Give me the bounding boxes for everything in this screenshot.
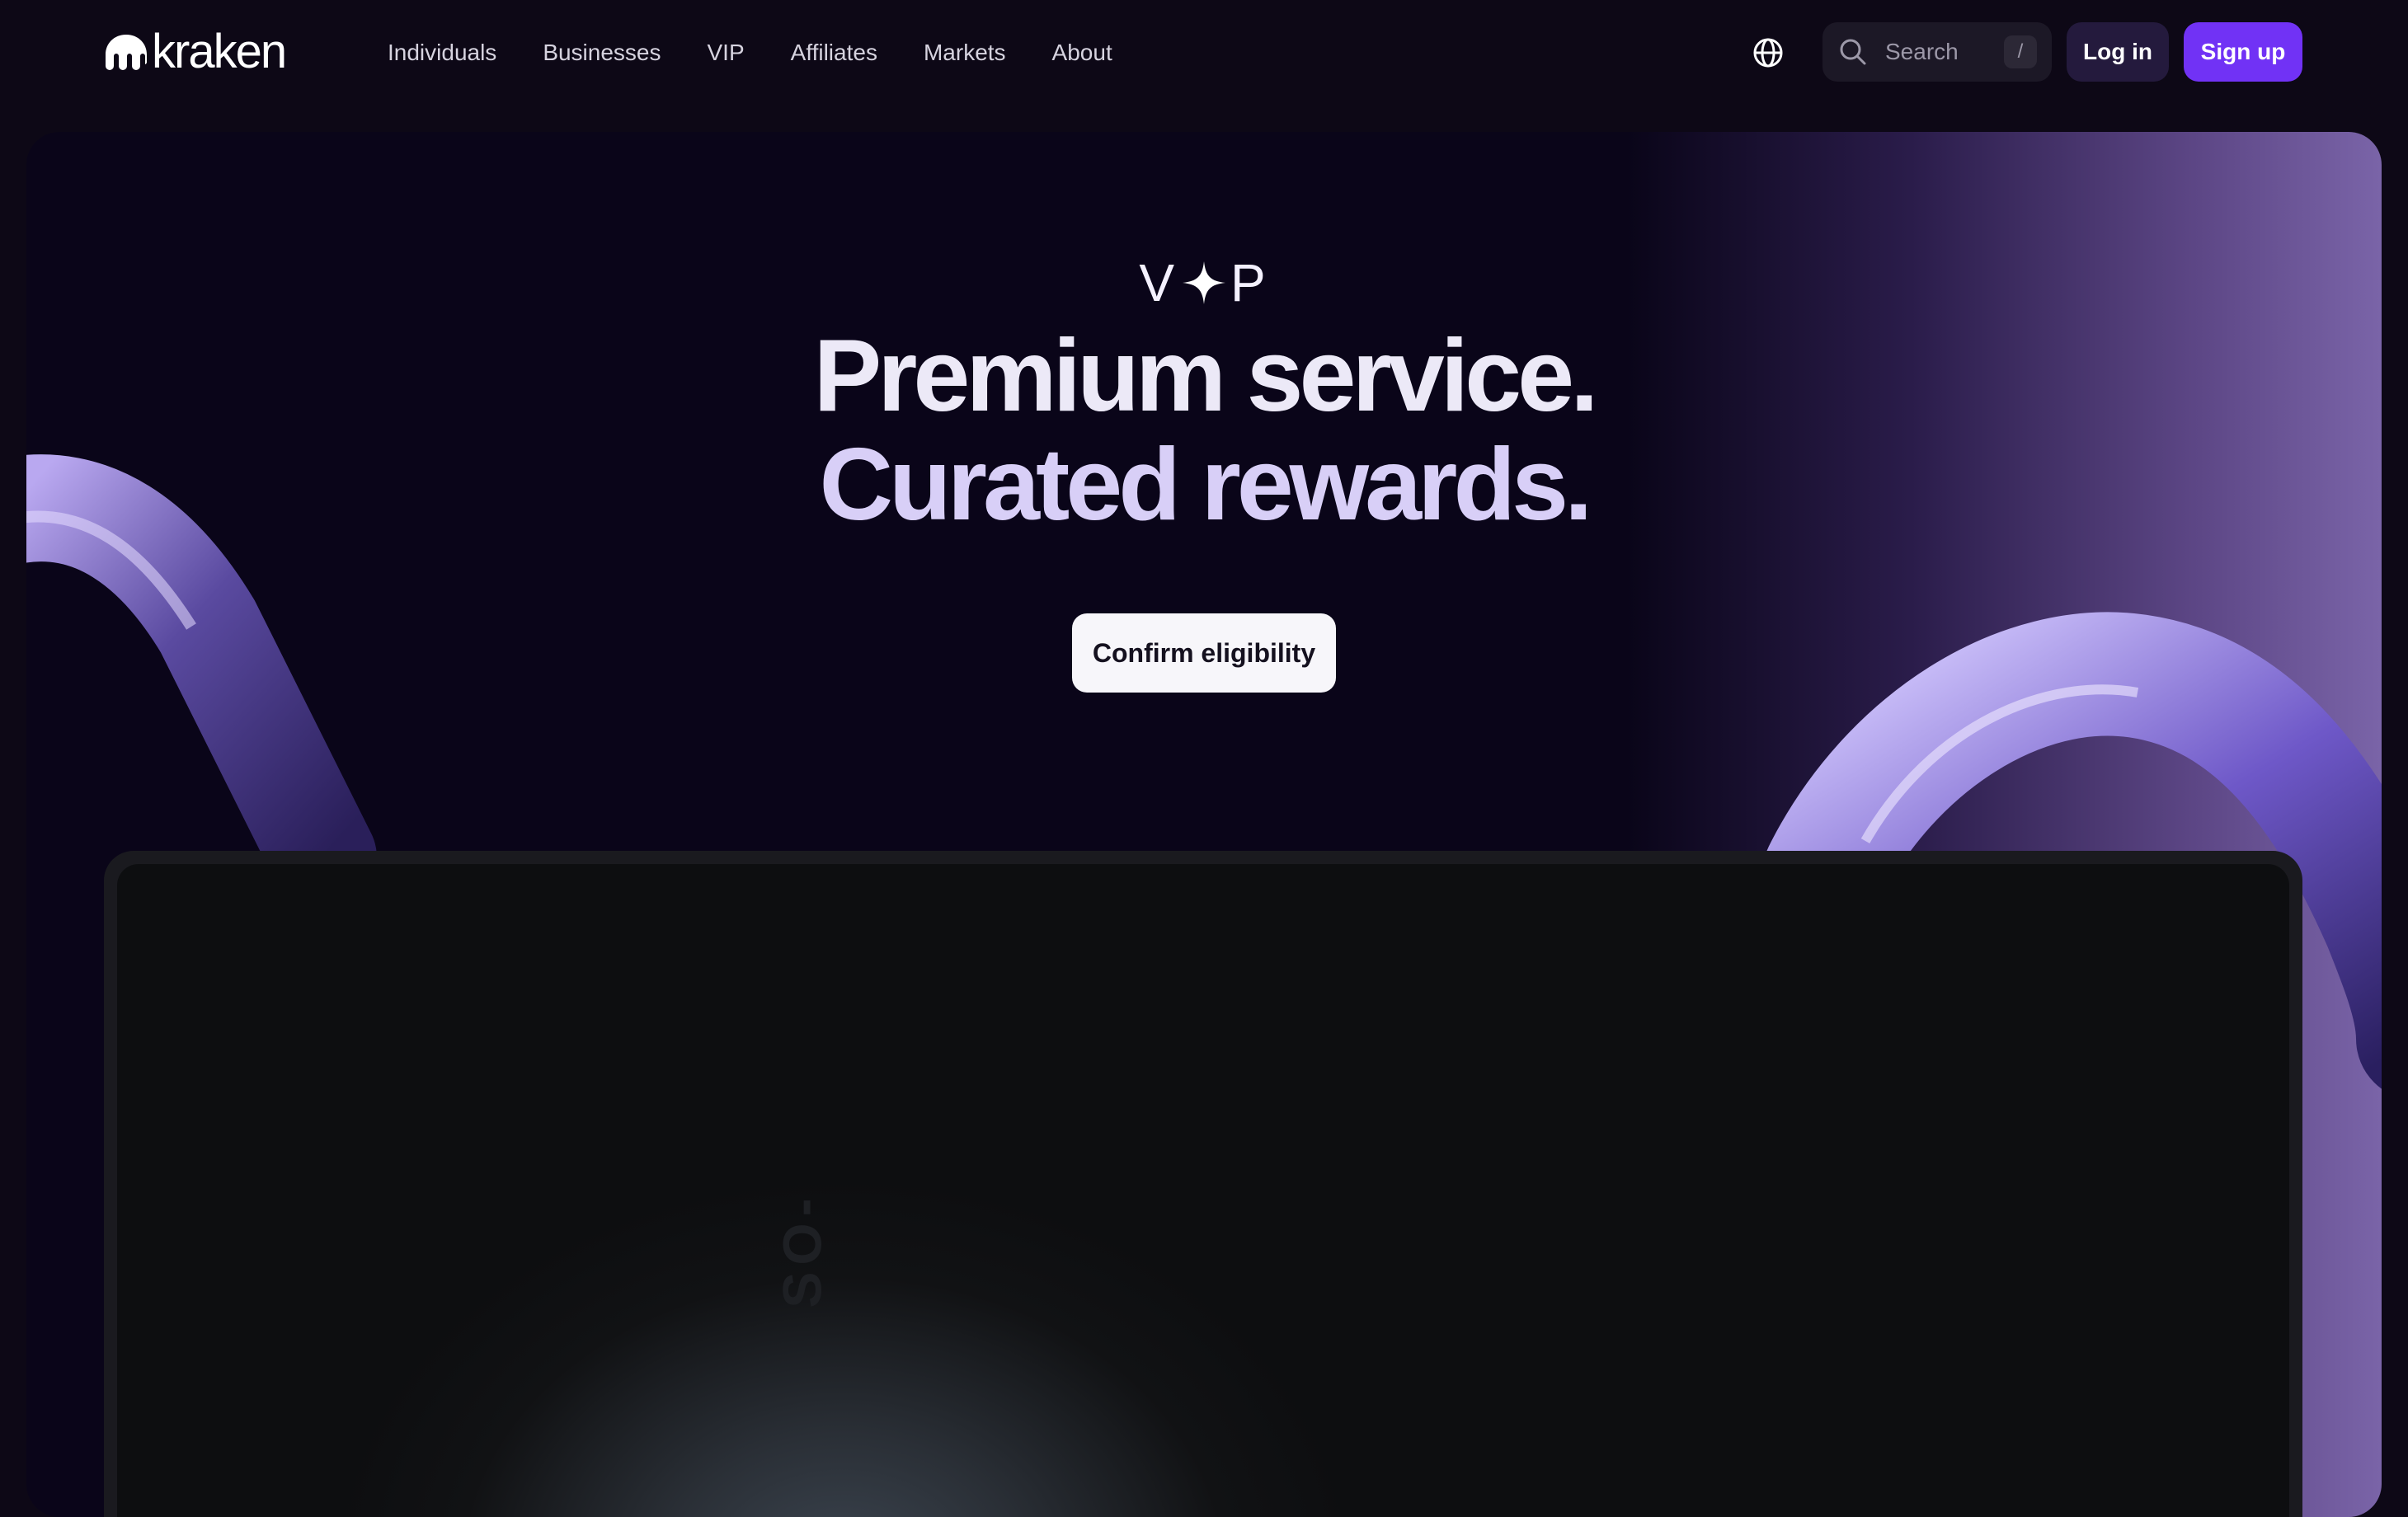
search-placeholder: Search	[1885, 39, 1959, 64]
nav-link-markets[interactable]: Markets	[924, 36, 1006, 69]
vip-badge-right: P	[1230, 253, 1269, 312]
login-button[interactable]: Log in	[2067, 22, 2169, 82]
vip-badge-left: V	[1139, 253, 1178, 312]
hero-headline: Premium service. Curated rewards.	[26, 322, 2382, 539]
headline-line-2: Curated rewards.	[819, 428, 1592, 542]
signup-button[interactable]: Sign up	[2184, 22, 2302, 82]
vip-badge: V P	[26, 252, 2382, 313]
headline-line-1: Premium service.	[813, 319, 1598, 433]
main-menu: Individuals Businesses VIP Affiliates Ma…	[388, 36, 1159, 69]
search-icon	[1840, 39, 1866, 65]
confirm-eligibility-button[interactable]: Confirm eligibility	[1072, 613, 1336, 693]
nav-link-individuals[interactable]: Individuals	[388, 36, 496, 69]
nav-link-affiliates[interactable]: Affiliates	[791, 36, 877, 69]
search-box[interactable]: Search /	[1822, 22, 2052, 82]
globe-icon[interactable]	[1752, 36, 1785, 69]
search-shortcut-key: /	[2004, 35, 2037, 68]
hero-video[interactable]: SO-	[117, 864, 2289, 1517]
sparkle-icon	[1183, 261, 1225, 304]
nav-link-vip[interactable]: VIP	[708, 36, 745, 69]
kraken-logo[interactable]: kraken	[104, 25, 287, 78]
nav-link-about[interactable]: About	[1052, 36, 1112, 69]
hero-section: V P Premium service. Curated rewards. Co…	[26, 132, 2382, 1517]
top-nav: kraken Individuals Businesses VIP Affili…	[0, 0, 2408, 104]
hero-video-frame: SO-	[104, 851, 2302, 1517]
logo-wordmark: kraken	[152, 25, 287, 78]
nav-link-businesses[interactable]: Businesses	[543, 36, 661, 69]
video-overlay-text: SO-	[771, 1191, 833, 1308]
kraken-logo-icon	[106, 35, 147, 70]
